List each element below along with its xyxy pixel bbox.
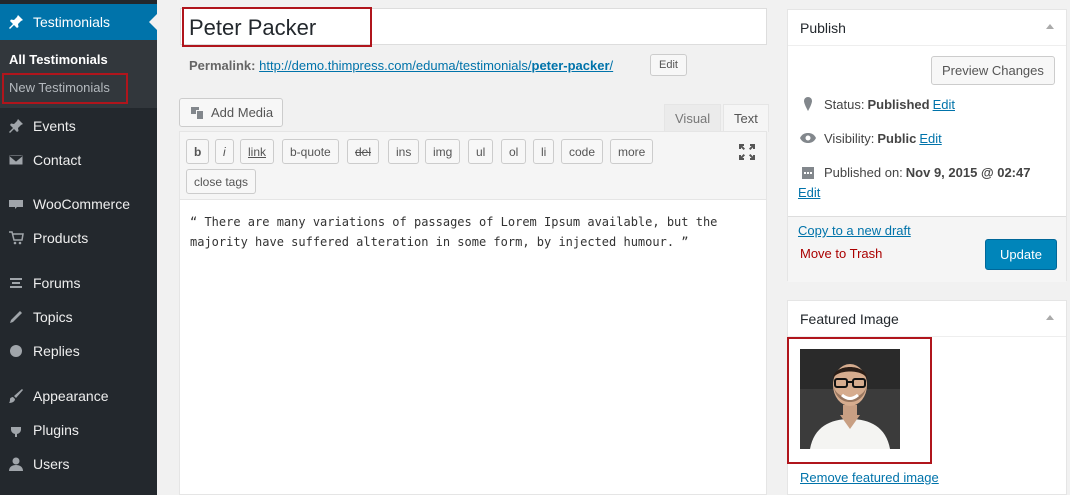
edit-status-link[interactable]: Edit: [933, 97, 955, 112]
qt-close-tags-button[interactable]: close tags: [186, 169, 257, 194]
sidebar-item-products[interactable]: Products: [0, 224, 157, 252]
visibility-row: Visibility: Public Edit: [800, 130, 942, 146]
collapse-toggle-icon[interactable]: [1046, 315, 1054, 320]
sidebar-item-plugins[interactable]: Plugins: [0, 416, 157, 444]
collapse-toggle-icon[interactable]: [1046, 24, 1054, 29]
featured-image-title: Featured Image: [800, 310, 899, 327]
sidebar-item-events[interactable]: Events: [0, 112, 157, 140]
qt-li-button[interactable]: li: [533, 139, 555, 164]
editor-content-line: majority have suffered alteration in som…: [190, 235, 689, 249]
sidebar-item-label: Topics: [33, 309, 73, 325]
permalink-base: http://demo.thimpress.com/eduma/testimon…: [259, 58, 532, 73]
qt-ol-button[interactable]: ol: [501, 139, 527, 164]
sidebar-item-label: Products: [33, 230, 89, 246]
topics-icon: [6, 308, 26, 326]
permalink-link[interactable]: http://demo.thimpress.com/eduma/testimon…: [259, 58, 613, 73]
copy-to-draft-link[interactable]: Copy to a new draft: [798, 223, 911, 238]
qt-code-button[interactable]: code: [561, 139, 604, 164]
sidebar-item-topics[interactable]: Topics: [0, 303, 157, 331]
featured-image-header[interactable]: Featured Image: [788, 301, 1066, 337]
editor-content-line: “ There are many variations of passages …: [190, 215, 718, 229]
qt-ul-button[interactable]: ul: [468, 139, 494, 164]
remove-featured-image-link[interactable]: Remove featured image: [800, 470, 939, 485]
sidebar-item-woocommerce[interactable]: WooCommerce: [0, 190, 157, 218]
qt-ins-button[interactable]: ins: [388, 139, 420, 164]
sidebar-item-label: Replies: [33, 343, 80, 359]
sidebar-item-contact[interactable]: Contact: [0, 146, 157, 174]
sidebar-item-label: Users: [33, 456, 70, 472]
sidebar-item-label: Events: [33, 118, 76, 134]
permalink-label: Permalink:: [189, 58, 256, 73]
sidebar-item-users[interactable]: Users: [0, 450, 157, 478]
sidebar-item-replies[interactable]: Replies: [0, 337, 157, 365]
sidebar-item-label: WooCommerce: [33, 196, 130, 212]
permalink-slug: peter-packer: [531, 58, 610, 73]
published-on-value: Nov 9, 2015 @ 02:47: [905, 164, 1031, 180]
status-row: Status: Published Edit: [800, 96, 955, 112]
qt-del-button[interactable]: del: [347, 139, 380, 164]
location-pin-icon: [804, 97, 812, 111]
tab-visual[interactable]: Visual: [664, 104, 722, 132]
qt-bold-button[interactable]: b: [186, 139, 210, 164]
status-value: Published: [867, 96, 930, 112]
sidebar-item-label: Appearance: [33, 388, 109, 404]
cart-icon: [6, 229, 26, 247]
qt-link-button[interactable]: link: [240, 139, 275, 164]
sidebar-item-appearance[interactable]: Appearance: [0, 382, 157, 410]
highlight-box-new-testimonials: [2, 73, 128, 104]
sidebar-item-label: Plugins: [33, 422, 79, 438]
woocommerce-icon: [6, 195, 26, 213]
editor-content[interactable]: “ There are many variations of passages …: [190, 212, 750, 252]
plugin-icon: [6, 421, 26, 439]
publish-title: Publish: [800, 19, 846, 36]
eye-icon: [800, 133, 816, 143]
qt-more-button[interactable]: more: [610, 139, 654, 164]
pushpin-icon: [6, 13, 26, 31]
edit-visibility-link[interactable]: Edit: [919, 131, 941, 146]
publish-box-header[interactable]: Publish: [788, 10, 1066, 46]
qt-img-button[interactable]: img: [425, 139, 461, 164]
edit-date-link[interactable]: Edit: [798, 185, 820, 200]
paintbrush-icon: [6, 387, 26, 405]
qt-bquote-button[interactable]: b-quote: [282, 139, 339, 164]
publish-box: Publish Preview Changes Status: Publishe…: [787, 9, 1067, 282]
qt-italic-button[interactable]: i: [215, 139, 234, 164]
status-label: Status:: [824, 96, 865, 112]
visibility-label: Visibility:: [824, 130, 875, 146]
visibility-value: Public: [877, 130, 917, 146]
add-media-label: Add Media: [211, 105, 274, 120]
forums-icon: [6, 274, 26, 292]
envelope-icon: [6, 151, 26, 169]
text-editor: b i link b-quote del ins img ul ol li co…: [179, 131, 767, 495]
submenu-all-testimonials[interactable]: All Testimonials: [9, 52, 108, 67]
preview-changes-button[interactable]: Preview Changes: [931, 56, 1055, 85]
published-on-label: Published on:: [824, 164, 903, 180]
sidebar-item-testimonials[interactable]: Testimonials: [0, 4, 157, 40]
move-to-trash-link[interactable]: Move to Trash: [800, 246, 882, 261]
replies-icon: [6, 342, 26, 360]
major-publishing-actions: Copy to a new draft Move to Trash Update: [788, 216, 1066, 282]
add-media-button[interactable]: Add Media: [179, 98, 284, 127]
edit-slug-button[interactable]: Edit: [650, 54, 687, 76]
users-icon: [6, 455, 26, 473]
sidebar-item-label: Forums: [33, 275, 81, 291]
fullscreen-icon[interactable]: [738, 143, 756, 161]
update-button[interactable]: Update: [985, 239, 1057, 270]
highlight-box-title: [182, 7, 372, 47]
tab-text[interactable]: Text: [723, 104, 769, 132]
sidebar-item-label: Testimonials: [33, 14, 111, 30]
published-on-row: Published on: Nov 9, 2015 @ 02:47: [800, 164, 1033, 180]
quicktags-toolbar: b i link b-quote del ins img ul ol li co…: [180, 132, 766, 200]
calendar-icon: [802, 167, 814, 179]
permalink-trailing: /: [609, 58, 614, 73]
admin-sidebar: Testimonials All Testimonials New Testim…: [0, 0, 157, 495]
sidebar-item-label: Contact: [33, 152, 82, 168]
pushpin-icon: [6, 117, 26, 135]
media-icon: [191, 106, 203, 119]
current-menu-arrow: [149, 14, 157, 30]
highlight-box-featured-image: [787, 337, 932, 464]
permalink-row: Permalink: http://demo.thimpress.com/edu…: [189, 58, 613, 73]
sidebar-item-forums[interactable]: Forums: [0, 269, 157, 297]
